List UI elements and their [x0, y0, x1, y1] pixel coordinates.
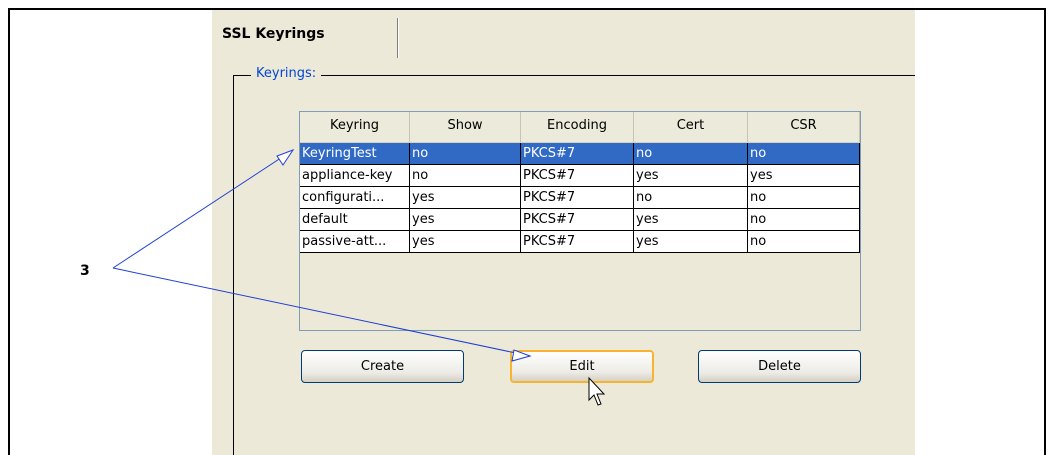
- callout-line-keyring: [112, 149, 294, 269]
- arrowhead-edit: [511, 349, 532, 362]
- mouse-cursor-icon: [588, 376, 606, 406]
- arrowhead-keyring: [276, 148, 295, 166]
- callout-line-edit: [112, 267, 531, 357]
- callout-arrows: [112, 148, 606, 406]
